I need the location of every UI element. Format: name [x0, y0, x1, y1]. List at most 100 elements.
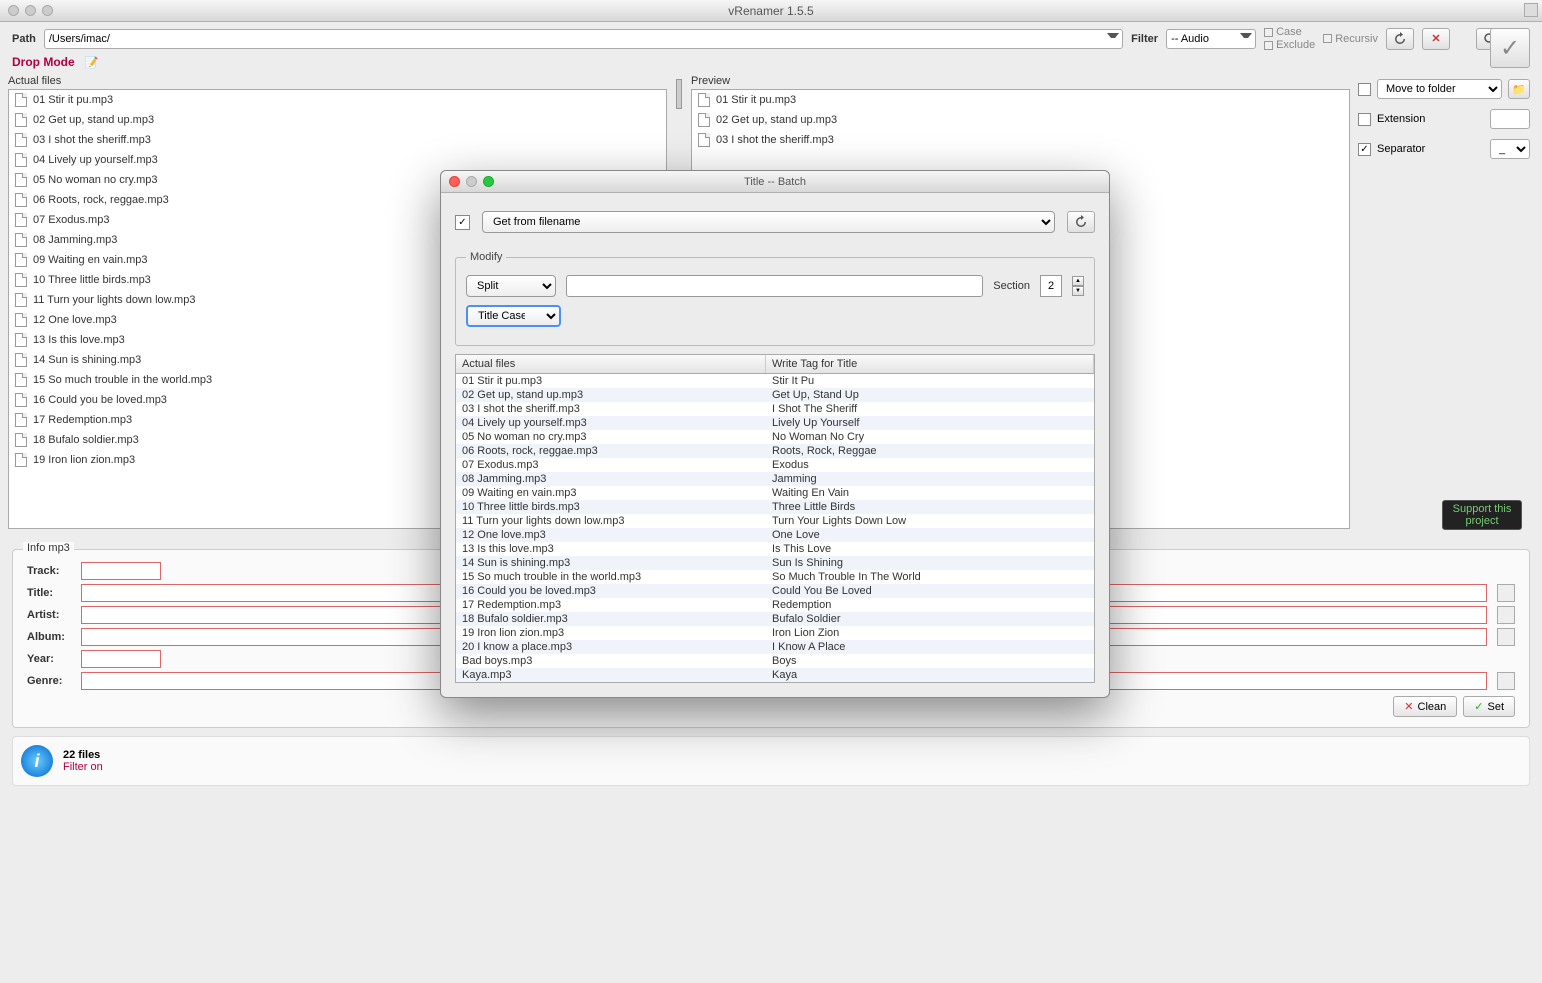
separator-checkbox[interactable] [1358, 143, 1371, 156]
edit-genre-button[interactable] [1497, 672, 1515, 690]
table-row[interactable]: 13 Is this love.mp3Is This Love [456, 542, 1094, 556]
check-icon: ✓ [1474, 700, 1483, 713]
filename: 04 Lively up yourself.mp3 [33, 154, 158, 166]
section-input[interactable] [1040, 275, 1062, 297]
preview-label: Preview [691, 75, 1350, 87]
list-item[interactable]: 02 Get up, stand up.mp3 [9, 110, 666, 130]
extension-input[interactable] [1490, 109, 1530, 129]
resize-icon[interactable] [1524, 3, 1538, 17]
table-row[interactable]: Kaya.mp3Kaya [456, 668, 1094, 682]
table-row[interactable]: 06 Roots, rock, reggae.mp3Roots, Rock, R… [456, 444, 1094, 458]
set-button[interactable]: ✓Set [1463, 696, 1515, 717]
filter-select[interactable]: -- Audio [1166, 29, 1256, 49]
table-row[interactable]: 08 Jamming.mp3Jamming [456, 472, 1094, 486]
album-label: Album: [27, 631, 75, 643]
cell-actual: 14 Sun is shining.mp3 [456, 556, 766, 570]
table-row[interactable]: 10 Three little birds.mp3Three Little Bi… [456, 500, 1094, 514]
filter-value: -- Audio [1171, 33, 1209, 45]
split-select[interactable]: Split [466, 275, 556, 297]
table-row[interactable]: 12 One love.mp3One Love [456, 528, 1094, 542]
chevron-down-icon[interactable] [1240, 33, 1252, 45]
cell-actual: 07 Exodus.mp3 [456, 458, 766, 472]
cell-write: So Much Trouble In The World [766, 570, 1094, 584]
case-select[interactable]: Title Case [466, 305, 561, 327]
cell-actual: 18 Bufalo soldier.mp3 [456, 612, 766, 626]
file-icon [15, 313, 27, 327]
table-row[interactable]: 03 I shot the sheriff.mp3I Shot The Sher… [456, 402, 1094, 416]
drop-mode-label[interactable]: Drop Mode [12, 55, 75, 69]
up-icon[interactable]: ▲ [1072, 276, 1084, 286]
source-checkbox[interactable] [455, 215, 470, 230]
support-badge[interactable]: Support this project [1442, 500, 1522, 530]
edit-title-button[interactable] [1497, 584, 1515, 602]
main-titlebar: vRenamer 1.5.5 [0, 0, 1542, 22]
list-item[interactable]: 02 Get up, stand up.mp3 [692, 110, 1349, 130]
table-row[interactable]: 07 Exodus.mp3Exodus [456, 458, 1094, 472]
list-item[interactable]: 03 I shot the sheriff.mp3 [9, 130, 666, 150]
table-row[interactable]: Bad boys.mp3Boys [456, 654, 1094, 668]
edit-album-button[interactable] [1497, 628, 1515, 646]
table-row[interactable]: 19 Iron lion zion.mp3Iron Lion Zion [456, 626, 1094, 640]
cancel-button[interactable]: ✕ [1422, 28, 1450, 50]
section-stepper[interactable]: ▲▼ [1072, 276, 1084, 296]
refresh-batch-button[interactable] [1067, 211, 1095, 233]
filename: 01 Stir it pu.mp3 [33, 94, 113, 106]
path-value: /Users/imac/ [49, 33, 110, 45]
cell-actual: 06 Roots, rock, reggae.mp3 [456, 444, 766, 458]
filename: 12 One love.mp3 [33, 314, 117, 326]
down-icon[interactable]: ▼ [1072, 286, 1084, 296]
table-row[interactable]: 02 Get up, stand up.mp3Get Up, Stand Up [456, 388, 1094, 402]
cell-write: Is This Love [766, 542, 1094, 556]
case-checkbox[interactable]: Case [1264, 26, 1315, 38]
path-input[interactable]: /Users/imac/ [44, 29, 1123, 49]
move-to-folder-checkbox[interactable] [1358, 83, 1371, 96]
cell-actual: 15 So much trouble in the world.mp3 [456, 570, 766, 584]
cell-write: Turn Your Lights Down Low [766, 514, 1094, 528]
list-item[interactable]: 01 Stir it pu.mp3 [9, 90, 666, 110]
batch-table[interactable]: Actual files Write Tag for Title 01 Stir… [455, 354, 1095, 683]
chevron-down-icon[interactable] [1107, 33, 1119, 45]
track-input[interactable] [81, 562, 161, 580]
folder-button[interactable]: 📁 [1508, 79, 1530, 99]
table-row[interactable]: 05 No woman no cry.mp3No Woman No Cry [456, 430, 1094, 444]
table-row[interactable]: 15 So much trouble in the world.mp3So Mu… [456, 570, 1094, 584]
cell-actual: 11 Turn your lights down low.mp3 [456, 514, 766, 528]
table-row[interactable]: 18 Bufalo soldier.mp3Bufalo Soldier [456, 612, 1094, 626]
filename: 02 Get up, stand up.mp3 [33, 114, 154, 126]
table-row[interactable]: 04 Lively up yourself.mp3Lively Up Yours… [456, 416, 1094, 430]
table-row[interactable]: 01 Stir it pu.mp3Stir It Pu [456, 374, 1094, 388]
info-panel-title: Info mp3 [23, 542, 74, 554]
list-item[interactable]: 03 I shot the sheriff.mp3 [692, 130, 1349, 150]
list-item[interactable]: 04 Lively up yourself.mp3 [9, 150, 666, 170]
extension-checkbox[interactable] [1358, 113, 1371, 126]
filename: 01 Stir it pu.mp3 [716, 94, 796, 106]
table-row[interactable]: 11 Turn your lights down low.mp3Turn You… [456, 514, 1094, 528]
table-row[interactable]: 16 Could you be loved.mp3Could You Be Lo… [456, 584, 1094, 598]
clean-button[interactable]: ✕Clean [1393, 696, 1457, 717]
cell-write: Exodus [766, 458, 1094, 472]
table-row[interactable]: 09 Waiting en vain.mp3Waiting En Vain [456, 486, 1094, 500]
drop-mode-row: Drop Mode 📝 [0, 53, 1542, 75]
exclude-checkbox[interactable]: Exclude [1264, 39, 1315, 51]
table-row[interactable]: 20 I know a place.mp3I Know A Place [456, 640, 1094, 654]
cell-actual: 02 Get up, stand up.mp3 [456, 388, 766, 402]
window-title: vRenamer 1.5.5 [0, 4, 1542, 18]
recursiv-checkbox[interactable]: Recursiv [1323, 33, 1378, 45]
source-select[interactable]: Get from filename [482, 211, 1055, 233]
list-item[interactable]: 01 Stir it pu.mp3 [692, 90, 1349, 110]
path-label: Path [12, 33, 36, 45]
year-input[interactable] [81, 650, 161, 668]
modify-legend: Modify [466, 251, 506, 263]
cell-write: Three Little Birds [766, 500, 1094, 514]
refresh-button[interactable] [1386, 28, 1414, 50]
table-row[interactable]: 17 Redemption.mp3Redemption [456, 598, 1094, 612]
cell-actual: Kaya.mp3 [456, 668, 766, 682]
separator-select[interactable]: _ [1490, 139, 1530, 159]
edit-artist-button[interactable] [1497, 606, 1515, 624]
table-row[interactable]: 14 Sun is shining.mp3Sun Is Shining [456, 556, 1094, 570]
move-to-folder-select[interactable]: Move to folder [1377, 79, 1502, 99]
apply-button[interactable]: ✓ [1490, 28, 1530, 68]
split-input[interactable] [566, 275, 983, 297]
dialog-titlebar[interactable]: Title -- Batch [441, 171, 1109, 193]
filename: 08 Jamming.mp3 [33, 234, 117, 246]
